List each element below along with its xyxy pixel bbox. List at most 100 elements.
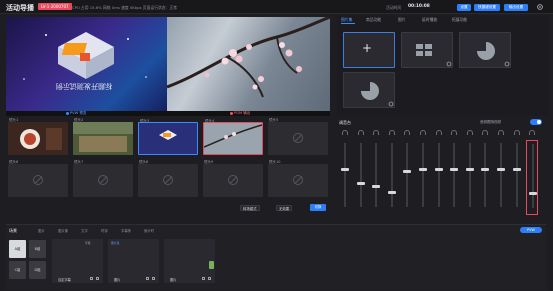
tool-subtitle[interactable]: 字幕条: [121, 228, 131, 233]
mixer-channel[interactable]: [526, 140, 539, 215]
tab-delay[interactable]: 延时播放: [422, 17, 437, 23]
settings-icon[interactable]: [208, 277, 211, 280]
fader-knob[interactable]: [403, 170, 412, 173]
headphone-icon[interactable]: [529, 130, 536, 135]
fader-knob[interactable]: [481, 168, 490, 172]
fader-knob[interactable]: [387, 191, 396, 194]
output-settings-button[interactable]: 输出设置: [504, 3, 528, 11]
delete-icon[interactable]: [202, 277, 205, 280]
pvw-preview-monitor[interactable]: 标题开发测试示例: [6, 17, 167, 111]
headphone-icon[interactable]: [342, 130, 348, 135]
switch-button[interactable]: 切换: [310, 204, 326, 211]
plus-icon[interactable]: +: [362, 41, 372, 55]
scene-tile-4[interactable]: 镜头4: [203, 119, 263, 155]
fader-knob[interactable]: [512, 168, 521, 172]
media-card-4[interactable]: [343, 72, 395, 108]
mixer-channel[interactable]: [511, 140, 523, 215]
headphone-icon[interactable]: [388, 130, 395, 135]
fader-knob[interactable]: [497, 168, 505, 172]
mixer-channel[interactable]: [339, 140, 351, 215]
fader-knob[interactable]: [341, 168, 349, 172]
layer-a-button[interactable]: A组: [9, 240, 26, 258]
asset-name: 图片: [114, 278, 121, 282]
scene-name: 镜头4: [205, 119, 215, 123]
media-card-3[interactable]: [459, 32, 511, 68]
layer-d-button[interactable]: D组: [29, 261, 46, 279]
fader-track: [500, 143, 502, 207]
gear-icon[interactable]: [536, 3, 544, 11]
headphone-icon[interactable]: [357, 130, 364, 135]
scene-name: 镜头6: [9, 160, 19, 164]
tool-image-set[interactable]: 图片集: [58, 228, 68, 233]
layer-c-button[interactable]: C组: [9, 261, 26, 279]
empty-slot-icon: [33, 175, 43, 185]
audio-follow-video-toggle[interactable]: [530, 119, 542, 125]
fader-track: [453, 143, 456, 207]
event-id-badge[interactable]: LV-1-2000707: [38, 3, 72, 10]
tab-extensions[interactable]: 拓展功能: [452, 17, 467, 23]
asset-badge: 字幕: [85, 241, 91, 245]
transition-mode-select[interactable]: 转场模式: [240, 205, 260, 211]
headphone-icon[interactable]: [435, 130, 442, 135]
scene-tile-10[interactable]: 镜头10: [268, 160, 328, 197]
fader-track: [468, 143, 471, 207]
scene-tile-3[interactable]: 镜头3: [138, 119, 198, 155]
headphone-icon[interactable]: [513, 130, 520, 135]
mixer-channel[interactable]: [464, 140, 476, 215]
asset-card-1[interactable]: 字幕 自定字幕: [52, 239, 103, 283]
fader-knob[interactable]: [465, 168, 474, 172]
headphone-icon[interactable]: [373, 130, 380, 135]
system-stats: CPU 占用 15.6% 网络 0ms 速度 0Kbps 页面运行状态：正常: [72, 4, 177, 10]
tab-picture[interactable]: 图片: [398, 17, 406, 23]
headphone-icon[interactable]: [404, 130, 411, 135]
asset-card-2[interactable]: 图片集 图片: [108, 239, 159, 283]
scene-tile-5[interactable]: 镜头5: [268, 118, 328, 155]
mixer-channel[interactable]: [448, 140, 460, 215]
pgm-output-monitor[interactable]: [167, 17, 330, 111]
mixer-channel[interactable]: [355, 140, 367, 215]
scene-tile-2[interactable]: 镜头2: [73, 118, 133, 155]
headphone-icon[interactable]: [466, 130, 473, 135]
settings-icon[interactable]: [152, 277, 155, 280]
fader-knob[interactable]: [356, 182, 365, 185]
headphone-icon[interactable]: [420, 130, 426, 135]
mixer-channel[interactable]: [417, 140, 429, 215]
settings-icon[interactable]: [96, 277, 99, 280]
scene-tile-8[interactable]: 镜头8: [138, 160, 198, 197]
delete-icon[interactable]: [146, 277, 149, 280]
pvw-button[interactable]: PVW: [520, 227, 542, 233]
fader-knob[interactable]: [529, 192, 538, 195]
tool-clock[interactable]: 时钟: [101, 228, 108, 233]
hotkey-settings-button[interactable]: 快捷键设置: [474, 3, 500, 11]
mixer-channel[interactable]: [386, 140, 398, 215]
mixer-channel[interactable]: [479, 140, 491, 215]
settings-button[interactable]: 设置: [457, 3, 471, 11]
tab-product[interactable]: 商品功能: [366, 17, 381, 23]
fader-track: [344, 143, 346, 207]
fader-knob[interactable]: [372, 185, 381, 188]
fader-knob[interactable]: [450, 168, 459, 172]
mixer-channel[interactable]: [433, 140, 445, 215]
mixer-channel[interactable]: [401, 140, 413, 215]
mixer-channel[interactable]: [370, 140, 382, 215]
fader-knob[interactable]: [434, 168, 443, 172]
tool-text[interactable]: 文字: [81, 228, 88, 233]
pvw-indicator: [66, 112, 69, 115]
transition-effect-select[interactable]: 无效果: [276, 205, 293, 211]
fader-knob[interactable]: [419, 168, 427, 172]
scene-tile-6[interactable]: 镜头6: [8, 160, 68, 197]
asset-card-3[interactable]: 图片: [164, 239, 215, 283]
media-card-2[interactable]: [401, 32, 453, 68]
headphone-icon[interactable]: [451, 130, 458, 135]
mixer-channel[interactable]: [495, 140, 507, 215]
layer-b-button[interactable]: B组: [29, 240, 46, 258]
scene-editor-title: 场景: [9, 228, 17, 233]
tool-image[interactable]: 图片: [38, 228, 45, 233]
delete-icon[interactable]: [90, 277, 93, 280]
scene-tile-7[interactable]: 镜头7: [73, 160, 133, 197]
headphone-icon[interactable]: [498, 130, 504, 135]
scene-tile-9[interactable]: 镜头9: [203, 160, 263, 197]
headphone-icon[interactable]: [482, 130, 489, 135]
tool-countdown[interactable]: 倒计时: [144, 228, 154, 233]
scene-tile-1[interactable]: 镜头1: [8, 118, 68, 155]
